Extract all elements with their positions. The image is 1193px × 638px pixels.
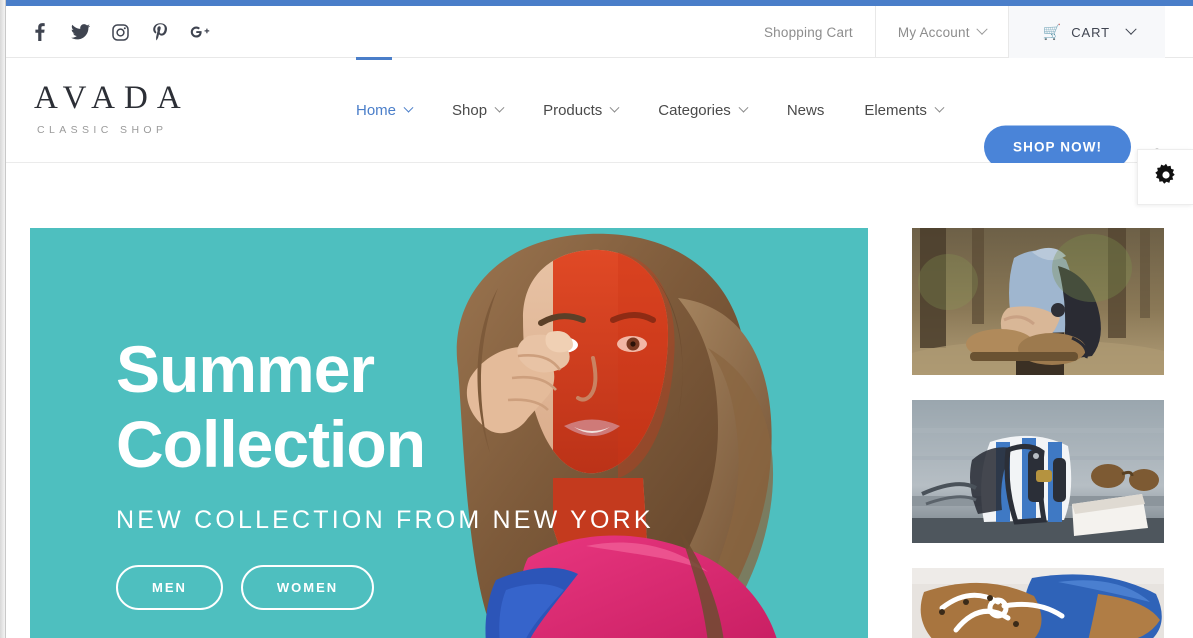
promo-card-bag[interactable] [912, 400, 1164, 543]
chevron-down-icon [1125, 23, 1137, 35]
nav-item-news[interactable]: News [767, 58, 845, 163]
hero-button-men[interactable]: MEN [116, 565, 223, 611]
chevron-down-icon [403, 102, 414, 113]
instagram-icon[interactable] [110, 21, 130, 43]
hero-title-line-2: Collection [116, 407, 426, 482]
hero-title-line-1: Summer [116, 332, 375, 406]
hero-text-block: Summer Collection NEW COLLECTION FROM NE… [116, 332, 654, 611]
pinterest-icon[interactable] [150, 21, 170, 43]
promo-card-shoes[interactable] [912, 568, 1164, 638]
chevron-down-icon [975, 23, 988, 35]
logo-primary-text: AVADA [34, 80, 190, 116]
facebook-icon[interactable] [30, 21, 50, 43]
chevron-down-icon [738, 102, 749, 113]
top-bar: Shopping Cart My Account 🛒 CART [6, 6, 1193, 58]
my-account-label: My Account [897, 24, 970, 40]
hero-banner[interactable]: Summer Collection NEW COLLECTION FROM NE… [30, 228, 868, 638]
nav-item-elements[interactable]: Elements [844, 58, 963, 163]
logo-secondary-text: CLASSIC SHOP [37, 124, 168, 136]
chevron-down-icon [934, 102, 945, 113]
nav-label: Shop [452, 102, 488, 119]
social-links [30, 6, 210, 58]
main-header: AVADA CLASSIC SHOP Home Shop Products Ca… [6, 57, 1193, 169]
my-account-menu[interactable]: My Account [874, 6, 1008, 58]
sidebar-promo-cards [912, 228, 1164, 638]
promo-card-boots[interactable] [912, 228, 1164, 375]
nav-item-products[interactable]: Products [523, 58, 638, 163]
top-bar-links: Shopping Cart My Account 🛒 CART [742, 6, 1165, 58]
nav-item-categories[interactable]: Categories [638, 58, 767, 163]
nav-label: Home [356, 102, 397, 119]
gear-icon [1154, 163, 1178, 192]
theme-options-gear-tab[interactable] [1137, 149, 1193, 205]
shopping-cart-label: Shopping Cart [763, 24, 853, 40]
hero-subtitle: NEW COLLECTION FROM NEW YORK [116, 506, 654, 535]
nav-label: News [786, 102, 825, 119]
browser-viewport: Shopping Cart My Account 🛒 CART AVADA CL… [0, 0, 1193, 638]
hero-button-women[interactable]: WOMEN [240, 565, 375, 611]
hero-buttons: MEN WOMEN [116, 565, 654, 611]
chevron-down-icon [609, 102, 620, 113]
cart-icon: 🛒 [1042, 23, 1063, 41]
browser-left-edge-line [5, 0, 6, 638]
page-root: Shopping Cart My Account 🛒 CART AVADA CL… [6, 6, 1193, 638]
site-logo[interactable]: AVADA CLASSIC SHOP [34, 80, 190, 137]
top-accent-bar [0, 0, 1193, 6]
main-navigation: Home Shop Products Categories News Eleme… [356, 57, 963, 163]
chevron-down-icon [494, 102, 505, 113]
nav-label: Elements [864, 102, 927, 119]
nav-item-shop[interactable]: Shop [432, 58, 523, 163]
nav-item-home[interactable]: Home [356, 57, 432, 163]
page-content: Summer Collection NEW COLLECTION FROM NE… [6, 163, 1193, 638]
nav-label: Products [543, 102, 603, 119]
googleplus-icon[interactable] [190, 21, 210, 43]
hero-title: Summer Collection [116, 332, 654, 482]
shopping-cart-link[interactable]: Shopping Cart [742, 6, 875, 58]
nav-label: Categories [658, 102, 731, 119]
twitter-icon[interactable] [70, 21, 90, 43]
cart-menu[interactable]: 🛒 CART [1007, 6, 1165, 58]
cart-label: CART [1071, 24, 1110, 40]
